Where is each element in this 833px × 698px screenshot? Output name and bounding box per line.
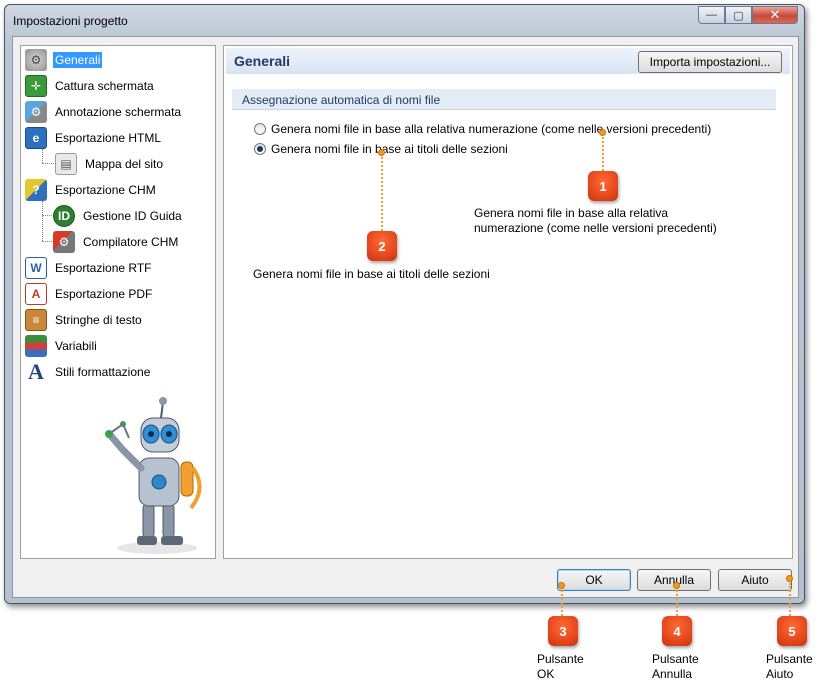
callout-4-anchor-dot [673, 582, 680, 589]
close-icon: ✕ [769, 7, 781, 22]
tree-connector [42, 201, 43, 241]
variables-icon [25, 335, 47, 357]
tree-connector [42, 149, 43, 163]
tree-item-label: Esportazione CHM [55, 183, 156, 197]
maximize-button[interactable]: ▢ [725, 6, 752, 24]
html-export-icon: e [25, 127, 47, 149]
radio-label: Genera nomi file in base ai titoli delle… [271, 142, 508, 156]
callout-4-leader [676, 590, 678, 616]
callout-4-text: Pulsante Annulla [652, 652, 699, 682]
radio-label: Genera nomi file in base alla relativa n… [271, 122, 712, 136]
callout-2-leader [381, 157, 383, 231]
styles-icon: A [28, 359, 44, 384]
callout-2-text: Genera nomi file in base ai titoli delle… [253, 267, 490, 281]
callout-1-anchor-dot [599, 129, 606, 136]
import-settings-button[interactable]: Importa impostazioni... [638, 51, 782, 73]
tree-item-label: Generali [53, 52, 103, 68]
minimize-button[interactable]: — [698, 6, 725, 24]
rtf-export-icon: W [25, 257, 47, 279]
callout-3-leader [561, 590, 563, 616]
close-button[interactable]: ✕ [752, 6, 798, 24]
callout-5-text: Pulsante Aiuto [766, 652, 813, 682]
callout-3-anchor-dot [558, 582, 565, 589]
settings-panel: Generali Importa impostazioni... Assegna… [223, 45, 793, 559]
tree-item-esportazione-html[interactable]: e Esportazione HTML [25, 127, 163, 149]
callout-2-anchor-dot [378, 149, 385, 156]
pdf-export-icon: A [25, 283, 47, 305]
annotation-icon: ⚙ [25, 101, 47, 123]
callout-5-text-line2: Aiuto [766, 667, 794, 681]
tree-item-label: Esportazione PDF [55, 287, 153, 301]
callout-5-text-line1: Pulsante [766, 652, 813, 666]
tree-item-label: Esportazione HTML [55, 131, 162, 145]
callout-1-text: Genera nomi file in base alla relativa n… [474, 206, 717, 236]
tree-item-label: Cattura schermata [55, 79, 154, 93]
text-strings-icon: ≡ [25, 309, 47, 331]
callout-4-text-line2: Annulla [652, 667, 693, 681]
callout-3-badge: 3 [548, 616, 578, 646]
callout-5-badge: 5 [777, 616, 807, 646]
tree-item-generali[interactable]: ⚙ Generali [25, 49, 103, 71]
panel-title: Generali [234, 53, 291, 69]
tree-item-esportazione-rtf[interactable]: W Esportazione RTF [25, 257, 154, 279]
panel-header: Generali Importa impostazioni... [226, 48, 790, 74]
sitemap-icon: ▤ [55, 153, 77, 175]
settings-tree[interactable]: ⚙ Generali ✛ Cattura schermata ⚙ Annotaz… [20, 45, 216, 559]
tree-item-label: Gestione ID Guida [83, 209, 182, 223]
tree-item-label: Variabili [55, 339, 97, 353]
radio-numbering-option[interactable]: Genera nomi file in base alla relativa n… [254, 122, 711, 136]
radio-button-unchecked[interactable] [254, 123, 266, 135]
callout-2-badge: 2 [367, 231, 397, 261]
dialog-client-area: ⚙ Generali ✛ Cattura schermata ⚙ Annotaz… [12, 36, 799, 598]
callout-3-text: Pulsante OK [537, 652, 584, 682]
tree-item-annotazione-schermata[interactable]: ⚙ Annotazione schermata [25, 101, 183, 123]
ok-button[interactable]: OK [557, 569, 631, 591]
tree-item-stringhe-di-testo[interactable]: ≡ Stringhe di testo [25, 309, 144, 331]
tree-connector [42, 241, 52, 242]
callout-3-text-line1: Pulsante [537, 652, 584, 666]
window-title: Impostazioni progetto [13, 14, 128, 28]
gear-icon: ⚙ [25, 49, 47, 71]
tree-connector [42, 163, 54, 164]
tree-item-cattura-schermata[interactable]: ✛ Cattura schermata [25, 75, 156, 97]
robot-mascot-image [105, 397, 202, 554]
tree-item-variabili[interactable]: Variabili [25, 335, 99, 357]
help-id-icon: ID [53, 205, 75, 227]
tree-item-label: Esportazione RTF [55, 261, 152, 275]
minimize-icon: — [706, 9, 717, 21]
maximize-icon: ▢ [733, 9, 744, 22]
callout-1-text-line1: Genera nomi file in base alla relativa [474, 206, 669, 220]
chm-export-icon: ? [25, 179, 47, 201]
tree-item-mappa-del-sito[interactable]: ▤ Mappa del sito [55, 153, 165, 175]
tree-item-stili-formattazione[interactable]: A Stili formattazione [25, 359, 152, 384]
callout-5-leader [789, 583, 791, 616]
project-settings-window: Impostazioni progetto — ▢ ✕ ⚙ Generali ✛… [4, 4, 805, 604]
callout-5-anchor-dot [786, 575, 793, 582]
caption-buttons: — ▢ ✕ [698, 6, 798, 24]
tree-item-label: Mappa del sito [85, 157, 164, 171]
tree-item-label: Stringhe di testo [55, 313, 142, 327]
callout-1-badge: 1 [588, 171, 618, 201]
screen-capture-icon: ✛ [25, 75, 47, 97]
callout-3-text-line2: OK [537, 667, 555, 681]
callout-4-badge: 4 [662, 616, 692, 646]
group-header: Assegnazione automatica di nomi file [232, 89, 776, 110]
callout-1-text-line2: numerazione (come nelle versioni precede… [474, 221, 717, 235]
tree-item-gestione-id-guida[interactable]: ID Gestione ID Guida [53, 205, 184, 227]
tree-item-label: Stili formattazione [55, 365, 151, 379]
radio-button-checked[interactable] [254, 143, 266, 155]
tree-item-label: Compilatore CHM [83, 235, 179, 249]
tree-item-label: Annotazione schermata [55, 105, 182, 119]
tree-item-compilatore-chm[interactable]: ⚙ Compilatore CHM [53, 231, 180, 253]
tree-item-esportazione-chm[interactable]: ? Esportazione CHM [25, 179, 158, 201]
callout-1-leader [602, 137, 604, 171]
tree-connector [42, 215, 52, 216]
chm-compiler-icon: ⚙ [53, 231, 75, 253]
callout-4-text-line1: Pulsante [652, 652, 699, 666]
tree-item-esportazione-pdf[interactable]: A Esportazione PDF [25, 283, 154, 305]
help-button[interactable]: Aiuto [718, 569, 792, 591]
